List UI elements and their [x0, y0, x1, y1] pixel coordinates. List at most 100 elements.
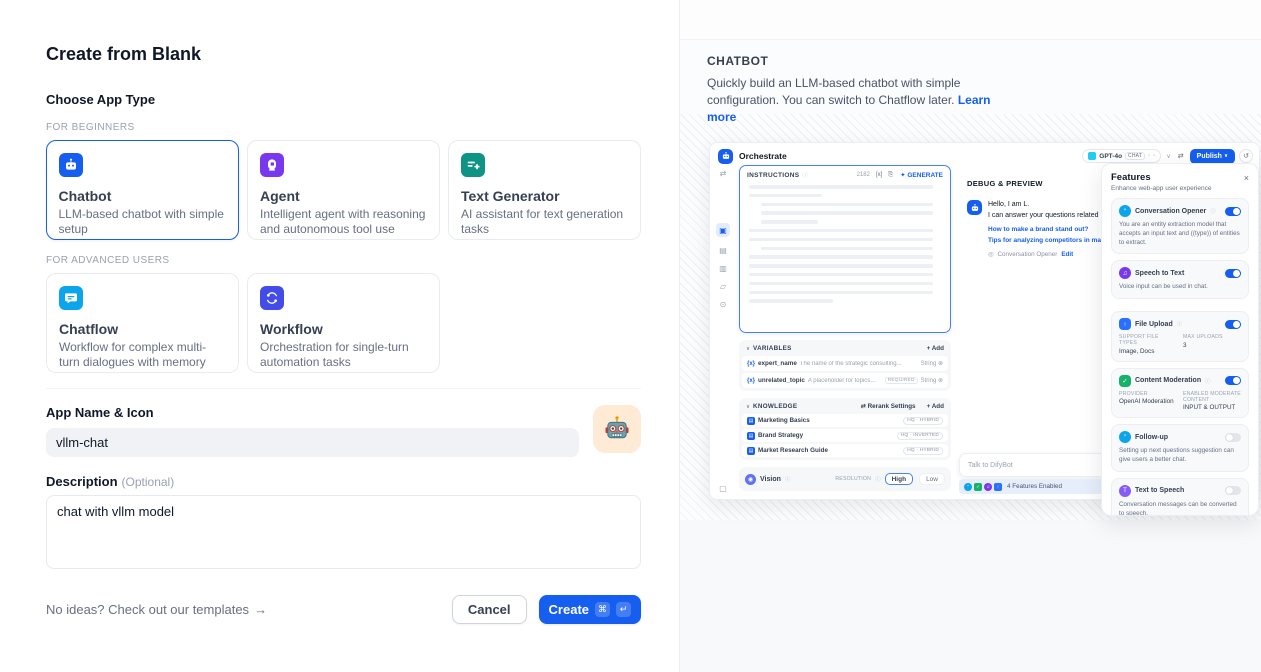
close-icon: × — [1244, 173, 1249, 183]
app-type-info: CHATBOT Quickly build an LLM-based chatb… — [707, 54, 1017, 126]
skeleton-line — [749, 238, 933, 242]
sidebar-orchestrate-icon: ▣ — [716, 223, 730, 237]
content-moderation-icon: ✓ — [974, 483, 982, 491]
preview-sidebar: ⇄ ▣ ▤ ▥ ▱ ⊙ ▢ — [710, 165, 736, 500]
variable-icon: [x] — [876, 172, 882, 178]
sliders-icon: ⇄ — [1178, 152, 1184, 160]
knowledge-row: ▤ Market Research Guide HQ · HYBRID — [742, 444, 948, 457]
copy-icon: ⎘ — [888, 172, 893, 179]
conversation-opener-icon: “ — [964, 483, 972, 491]
card-desc: Workflow for complex multi-turn dialogue… — [59, 340, 226, 370]
skeleton-line — [749, 185, 933, 189]
vision-panel: ◉ Vision ⓘ RESOLUTION ⓘ High Low — [739, 467, 951, 491]
feature-card-follow-up: ” Follow-up Setting up next questions su… — [1111, 424, 1249, 472]
app-name-section: App Name & Icon — [46, 405, 641, 457]
top-strip — [680, 0, 1261, 40]
description-label: Description(Optional) — [46, 474, 641, 489]
file-upload-icon: ↑ — [1119, 318, 1131, 330]
info-icon: ⓘ — [875, 475, 881, 483]
knowledge-panel: ∨ KNOWLEDGE ⇄ Rerank Settings + Add ▤ Ma… — [739, 398, 951, 460]
robot-emoji-icon — [602, 414, 632, 444]
chevron-down-icon: ∨ — [746, 404, 750, 410]
card-chatflow[interactable]: Chatflow Workflow for complex multi-turn… — [46, 273, 239, 373]
card-desc: AI assistant for text generation tasks — [461, 207, 628, 237]
enter-key-icon: ↵ — [616, 602, 631, 617]
chevron-down-icon: ∨ — [1224, 153, 1228, 159]
content-moderation-icon: ✓ — [1119, 375, 1131, 387]
create-button[interactable]: Create ⌘ ↵ — [539, 595, 641, 624]
document-icon: ▤ — [747, 447, 755, 455]
instructions-header: INSTRUCTIONS ⓘ 2182 [x] ⎘ ✦ GENERATE — [740, 166, 950, 182]
add-variable-button: + Add — [927, 345, 944, 352]
create-app-modal: Create from Blank Choose App Type FOR BE… — [0, 0, 679, 672]
add-knowledge-button: + Add — [927, 403, 944, 410]
card-text-generator[interactable]: Text Generator AI assistant for text gen… — [448, 140, 641, 240]
chat-input-area: Talk to DifyBot “ ✓ ♫ ↑ 4 Features Enabl… — [959, 453, 1119, 494]
bot-avatar — [967, 200, 982, 215]
info-icon: ⓘ — [1177, 320, 1183, 328]
knowledge-row: ▤ Marketing Basics HQ · HYBRID — [742, 414, 948, 427]
variable-token-icon: {x} — [747, 361, 755, 367]
resolution-high-button: High — [885, 473, 913, 485]
skeleton-line — [749, 264, 933, 268]
resolution-low-button: Low — [919, 473, 945, 485]
model-param-icon: ◦ — [1148, 153, 1150, 159]
preview-topbar: Orchestrate GPT-4o CHAT ◦ ◦ ∨ ⇄ Publish … — [710, 143, 1259, 165]
rerank-icon: ⇄ — [861, 403, 866, 410]
card-title: Workflow — [260, 321, 427, 337]
app-name-input[interactable] — [46, 428, 579, 457]
arrow-right-icon: → — [254, 602, 267, 617]
skeleton-line — [749, 282, 933, 286]
app-avatar-icon — [718, 149, 733, 164]
skeleton-line — [761, 203, 934, 207]
divider — [46, 388, 641, 389]
lower-background — [680, 520, 1261, 672]
chatflow-icon — [59, 286, 83, 310]
app-name-label: App Name & Icon — [46, 405, 641, 420]
skeleton-line — [749, 273, 933, 277]
vision-icon: ◉ — [745, 474, 756, 485]
suggestion-link: Tips for analyzing competitors in market — [988, 237, 1114, 244]
preview-pane: CHATBOT Quickly build an LLM-based chatb… — [679, 0, 1261, 672]
sidebar-notes-icon: ▱ — [720, 282, 726, 291]
templates-link[interactable]: No ideas? Check out our templates→ — [46, 602, 267, 617]
cancel-button[interactable]: Cancel — [452, 595, 527, 624]
config-column: INSTRUCTIONS ⓘ 2182 [x] ⎘ ✦ GENERATE — [739, 165, 951, 500]
retrieval-badge: HQ · HYBRID — [903, 447, 943, 455]
card-workflow[interactable]: Workflow Orchestration for single-turn a… — [247, 273, 440, 373]
follow-up-icon: ” — [1119, 431, 1131, 443]
info-icon: ⓘ — [1210, 207, 1216, 215]
toggle — [1225, 207, 1241, 216]
document-icon: ▤ — [747, 432, 755, 440]
card-agent[interactable]: Agent Intelligent agent with reasoning a… — [247, 140, 440, 240]
speech-to-text-icon: ♫ — [984, 483, 992, 491]
app-icon-picker[interactable] — [593, 405, 641, 453]
sidebar-settings-icon: ⊙ — [720, 300, 727, 309]
card-title: Chatbot — [59, 188, 227, 204]
variables-panel: ∨ VARIABLES + Add {x} expert_name The na… — [739, 340, 951, 391]
chevron-down-icon: ∨ — [746, 346, 750, 352]
rerank-settings-button: ⇄ Rerank Settings — [861, 403, 916, 410]
text-to-speech-icon: T — [1119, 485, 1131, 497]
retrieval-badge: HQ · INVERTED — [897, 432, 943, 440]
page-title: Create from Blank — [46, 44, 641, 65]
knowledge-row: ▤ Brand Strategy HQ · INVERTED — [742, 429, 948, 442]
variable-token-icon: {x} — [747, 378, 755, 384]
app-type-heading: CHATBOT — [707, 54, 1017, 68]
chat-input: Talk to DifyBot — [959, 453, 1119, 477]
edit-link: Edit — [1061, 251, 1073, 258]
variables-header: ∨ VARIABLES + Add — [742, 343, 948, 354]
sidebar-bottom-icon: ▢ — [719, 484, 727, 493]
toggle — [1225, 486, 1241, 495]
skeleton-line — [749, 194, 822, 198]
skeleton-line — [749, 291, 933, 295]
features-header: Features × — [1111, 172, 1249, 183]
skeleton-line — [749, 299, 833, 303]
beginners-group-label: FOR BEGINNERS — [46, 122, 641, 133]
features-panel: Features × Enhance web-app user experien… — [1101, 163, 1259, 516]
char-count: 2182 — [857, 172, 870, 178]
description-textarea[interactable]: chat with vllm model — [46, 495, 641, 569]
swap-icon: ⇄ — [720, 169, 727, 178]
card-chatbot[interactable]: Chatbot LLM-based chatbot with simple se… — [46, 140, 239, 240]
skeleton-line — [761, 211, 934, 215]
